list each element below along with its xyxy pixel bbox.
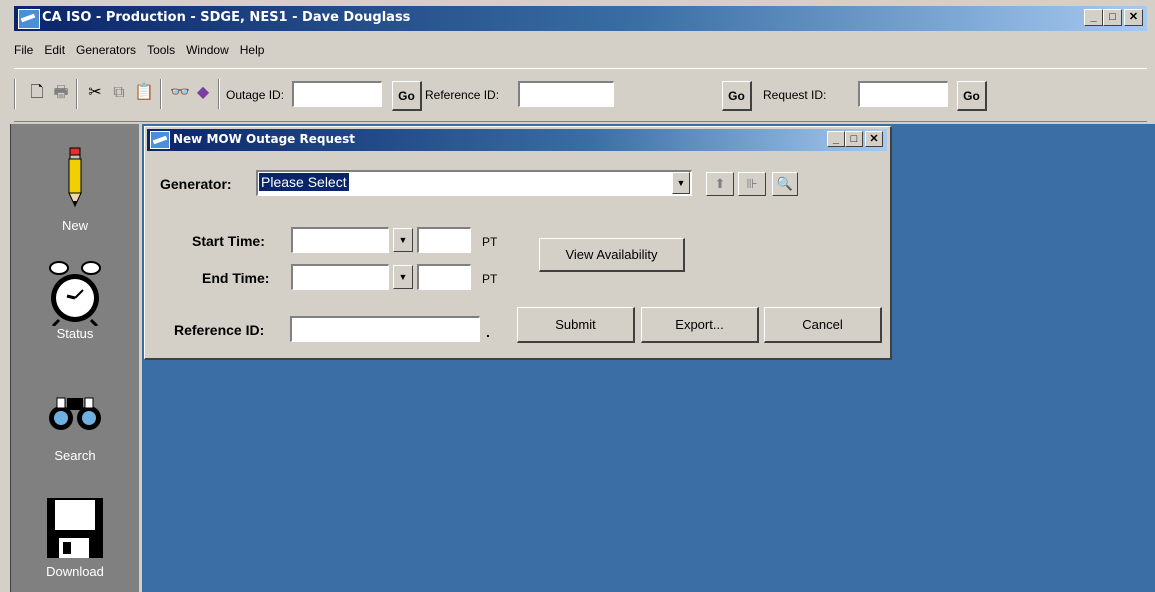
sidebar: New Status Search Download (10, 124, 139, 592)
dialog-maximize-button[interactable]: □ (845, 131, 863, 147)
sidebar-item-new[interactable]: New (11, 146, 139, 233)
generator-select[interactable]: Please Select (256, 170, 692, 196)
cut-icon[interactable]: ✂ (86, 83, 104, 103)
chevron-down-icon[interactable]: ▼ (393, 265, 413, 289)
sidebar-item-label: Search (54, 448, 96, 463)
pencil-icon (68, 147, 82, 208)
start-time-field[interactable] (417, 227, 471, 253)
dialog-minimize-button[interactable]: _ (827, 131, 845, 147)
reference-id-label: Reference ID: (425, 88, 500, 102)
minimize-button[interactable]: _ (1084, 9, 1103, 26)
cancel-button[interactable]: Cancel (764, 307, 882, 343)
maximize-button[interactable]: □ (1103, 9, 1122, 26)
outage-id-label: Outage ID: (226, 88, 285, 102)
outage-id-input[interactable] (292, 81, 382, 107)
alarm-clock-icon (49, 261, 101, 326)
toolbar-separator (14, 79, 16, 109)
request-id-input[interactable] (858, 81, 948, 107)
find-icon[interactable]: 👓 (170, 83, 190, 103)
reference-id-suffix: . (486, 324, 490, 340)
reference-id-go-button[interactable]: Go (722, 81, 752, 111)
view-availability-button[interactable]: View Availability (539, 238, 685, 272)
print-icon[interactable]: 🖶 (52, 83, 70, 103)
menu-bar: File Edit Generators Tools Window Help (14, 38, 275, 62)
generator-selected-value: Please Select (259, 173, 349, 191)
sidebar-item-download[interactable]: Download (11, 496, 139, 579)
toolbar-separator (76, 79, 78, 109)
menu-edit[interactable]: Edit (44, 43, 65, 57)
request-id-go-button[interactable]: Go (957, 81, 987, 111)
floppy-disk-icon (47, 498, 103, 558)
menu-file[interactable]: File (14, 43, 33, 57)
chevron-down-icon[interactable]: ▼ (393, 228, 413, 252)
sidebar-item-label: New (61, 218, 88, 233)
generator-label: Generator: (160, 176, 232, 192)
sidebar-item-search[interactable]: Search (11, 392, 139, 463)
end-time-label: End Time: (202, 270, 270, 286)
request-id-label: Request ID: (763, 88, 827, 102)
toolbar-separator (160, 79, 162, 109)
reference-id-field[interactable] (290, 316, 480, 342)
menu-generators[interactable]: Generators (76, 43, 136, 57)
end-date-field[interactable] (291, 264, 389, 290)
binoculars-icon (49, 397, 101, 430)
app-logo-icon (18, 9, 40, 29)
end-time-field[interactable] (417, 264, 471, 290)
close-button[interactable]: ✕ (1124, 9, 1143, 26)
toolbar-separator (218, 79, 220, 109)
tree-icon[interactable]: ⊪ (738, 172, 766, 196)
menu-help[interactable]: Help (240, 43, 265, 57)
timezone-label: PT (482, 235, 498, 249)
paste-icon[interactable]: 📋 (134, 83, 154, 103)
menu-window[interactable]: Window (186, 43, 229, 57)
sidebar-item-label: Download (46, 564, 104, 579)
start-time-label: Start Time: (192, 233, 265, 249)
dialog-title: New MOW Outage Request (173, 132, 356, 146)
start-date-field[interactable] (291, 227, 389, 253)
chevron-down-icon[interactable]: ▼ (672, 172, 690, 194)
window-title: CA ISO - Production - SDGE, NES1 - Dave … (42, 10, 411, 25)
main-window-titlebar[interactable]: CA ISO - Production - SDGE, NES1 - Dave … (0, 0, 1155, 36)
outage-id-go-button[interactable]: Go (392, 81, 422, 111)
export-button[interactable]: Export... (641, 307, 759, 343)
toolbar: 🗋 🖶 ✂ ⧉ 📋 👓 ◆ Outage ID: Go Reference ID… (14, 68, 1147, 122)
upload-icon[interactable]: ⬆ (706, 172, 734, 196)
dialog-close-button[interactable]: ✕ (865, 131, 883, 147)
reference-id-input[interactable] (518, 81, 614, 107)
timezone-label: PT (482, 272, 498, 286)
new-document-icon[interactable]: 🗋 (28, 83, 46, 103)
sidebar-item-status[interactable]: Status (11, 260, 139, 341)
copy-icon[interactable]: ⧉ (110, 83, 128, 103)
reference-id-label: Reference ID: (174, 322, 265, 338)
app-logo-icon (150, 131, 170, 149)
submit-button[interactable]: Submit (517, 307, 635, 343)
magnifier-icon[interactable]: 🔍 (772, 172, 798, 196)
dialog-titlebar[interactable]: New MOW Outage Request _ □ ✕ (147, 129, 887, 151)
book-icon[interactable]: ◆ (194, 83, 212, 103)
sidebar-item-label: Status (56, 326, 94, 341)
menu-tools[interactable]: Tools (147, 43, 175, 57)
